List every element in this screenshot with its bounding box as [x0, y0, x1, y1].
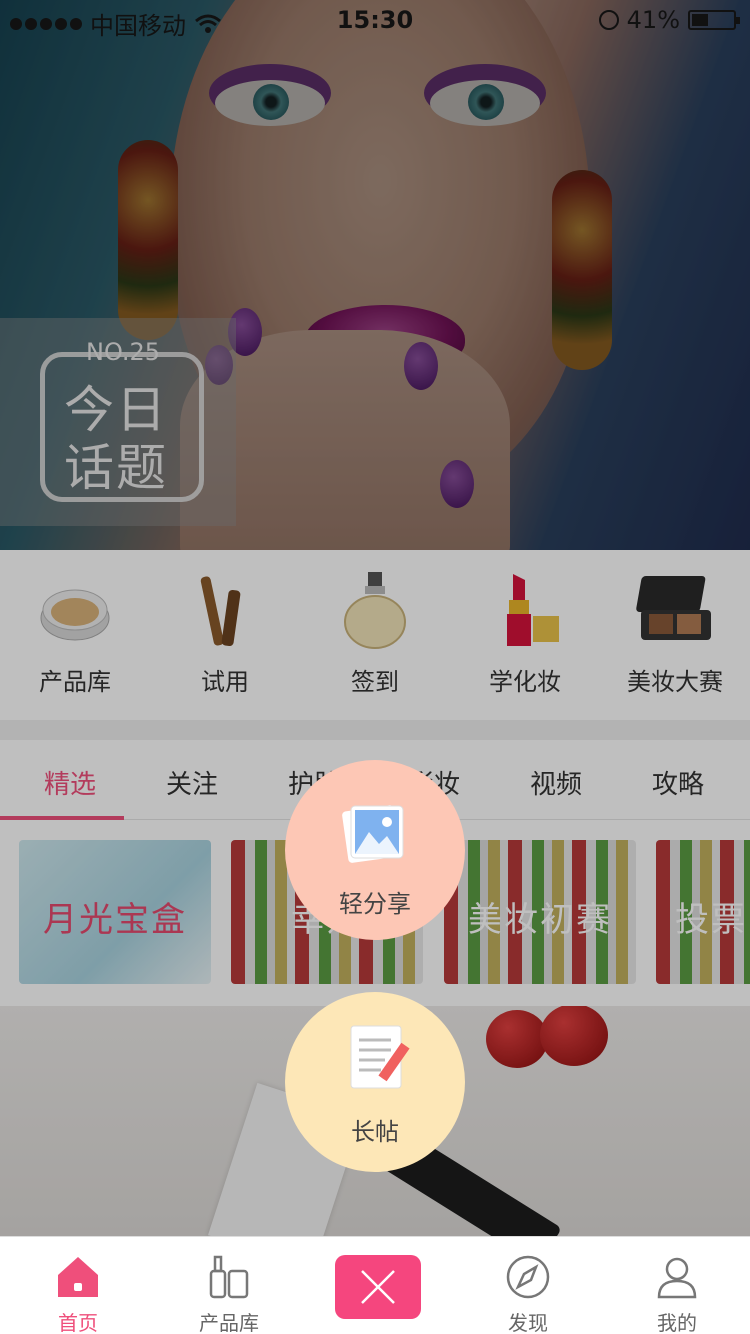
alarm-icon	[598, 10, 619, 30]
long-post-label: 长帖	[351, 1118, 399, 1146]
tab-product-library-label: 产品库	[199, 1311, 259, 1334]
tab-home-label: 首页	[58, 1311, 98, 1334]
user-icon	[657, 1257, 697, 1299]
close-icon	[361, 1270, 395, 1304]
battery-percent: 41%	[626, 6, 680, 34]
bottom-tab-bar: 首页 产品库 发现 我的	[0, 1236, 750, 1334]
long-post-button[interactable]: 长帖	[285, 992, 465, 1172]
tab-discover-label: 发现	[508, 1311, 548, 1334]
close-publish-button[interactable]	[335, 1255, 421, 1319]
quick-share-button[interactable]: 轻分享	[285, 760, 465, 940]
cosmetics-icon	[209, 1255, 249, 1299]
quick-share-label: 轻分享	[339, 890, 411, 918]
compass-icon	[506, 1255, 550, 1299]
tab-home[interactable]: 首页	[3, 1237, 153, 1334]
tab-product-library[interactable]: 产品库	[154, 1237, 304, 1334]
picture-icon	[342, 805, 404, 863]
notepad-pencil-icon	[350, 1025, 410, 1089]
battery-icon	[688, 10, 740, 30]
tab-me[interactable]: 我的	[602, 1237, 750, 1334]
home-icon	[58, 1257, 98, 1297]
tab-me-label: 我的	[657, 1311, 697, 1334]
status-bar: 中国移动 15:30 41%	[0, 0, 750, 40]
tab-discover[interactable]: 发现	[453, 1237, 603, 1334]
